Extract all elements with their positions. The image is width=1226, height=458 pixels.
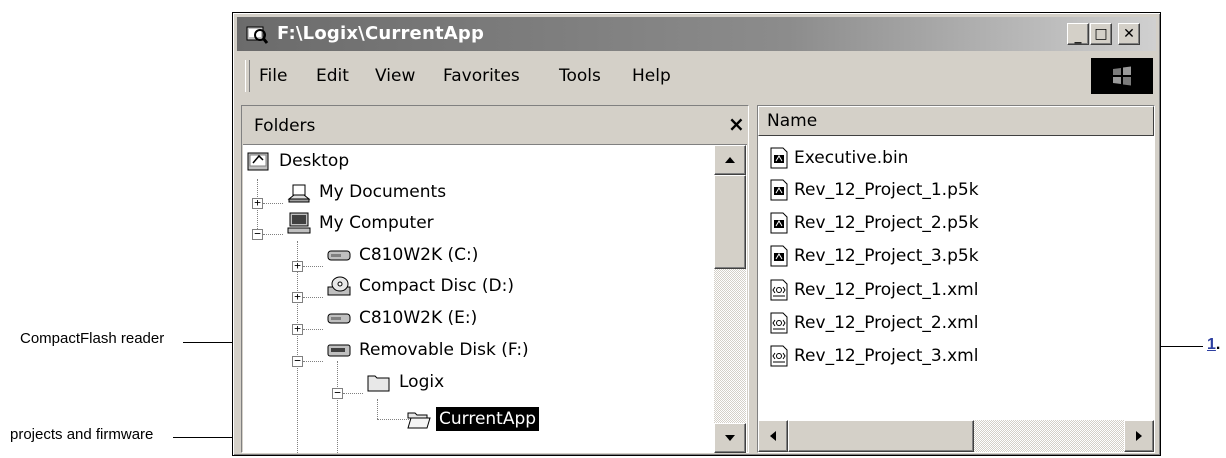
tree-item-label: Compact Disc (D:)	[359, 276, 514, 296]
maximize-icon: □	[1094, 26, 1108, 42]
folders-vertical-scrollbar[interactable]	[714, 145, 746, 453]
tree-item-label: Logix	[399, 372, 445, 392]
binary-file-icon	[768, 147, 790, 169]
arrow-left-icon	[770, 431, 776, 441]
menu-favorites[interactable]: Favorites	[443, 66, 520, 86]
collapse-drive-f[interactable]: −	[292, 355, 303, 367]
file-item-label: Rev_12_Project_3.p5k	[794, 246, 979, 266]
window-title: F:\Logix\CurrentApp	[277, 23, 485, 44]
minimize-button[interactable]: _	[1067, 23, 1089, 45]
scroll-up-button[interactable]	[714, 145, 746, 175]
files-pane: Name Executive.bin Rev_12_Project_1.p5k …	[757, 105, 1155, 453]
menu-tools[interactable]: Tools	[559, 66, 601, 86]
callout-ref: 1.	[1207, 334, 1220, 354]
my-computer-icon	[287, 212, 311, 234]
tree-item-label: Removable Disk (F:)	[359, 340, 529, 360]
my-documents-icon	[287, 181, 311, 203]
file-item-label: Rev_12_Project_3.xml	[794, 346, 979, 366]
files-horizontal-scrollbar[interactable]	[758, 420, 1154, 452]
column-header-name[interactable]: Name	[758, 106, 1154, 136]
folders-title: Folders	[254, 116, 316, 136]
title-bar[interactable]: F:\Logix\CurrentApp _ □ ✕	[237, 17, 1156, 51]
cd-drive-icon	[327, 275, 351, 297]
desktop-icon	[247, 150, 271, 172]
hard-drive-icon	[327, 244, 351, 266]
folder-icon	[367, 371, 391, 393]
expand-drive-e[interactable]: +	[292, 323, 303, 335]
scroll-down-button[interactable]	[714, 423, 746, 453]
file-item-label: Rev_12_Project_1.xml	[794, 280, 979, 300]
callout-compactflash-reader: CompactFlash reader	[20, 330, 165, 347]
menu-grip[interactable]	[245, 60, 250, 92]
collapse-logix[interactable]: −	[332, 387, 343, 399]
scroll-right-button[interactable]	[1124, 420, 1154, 452]
folders-pane: Folders × Desktop + My Documents − My Co…	[241, 105, 749, 453]
file-item-label: Rev_12_Project_2.p5k	[794, 213, 979, 233]
menu-help[interactable]: Help	[632, 66, 671, 86]
tree-item-label: C810W2K (E:)	[359, 308, 478, 328]
xml-file-icon	[768, 345, 790, 367]
arrow-down-icon	[725, 435, 735, 441]
callout-ref-period: .	[1215, 336, 1221, 353]
menu-edit[interactable]: Edit	[316, 66, 349, 86]
tree-item-label-selected: CurrentApp	[436, 407, 540, 431]
scroll-thumb[interactable]	[714, 175, 746, 269]
column-header-label: Name	[767, 111, 818, 131]
windows-flag-icon	[1113, 66, 1131, 86]
binary-file-icon	[768, 212, 790, 234]
scroll-left-button[interactable]	[758, 420, 788, 452]
expand-my-documents[interactable]: +	[252, 197, 263, 209]
scroll-thumb[interactable]	[788, 420, 974, 452]
binary-file-icon	[768, 179, 790, 201]
minimize-icon: _	[1074, 28, 1082, 44]
removable-disk-icon	[327, 339, 351, 361]
hard-drive-icon	[327, 307, 351, 329]
close-icon: ✕	[1123, 26, 1135, 42]
explorer-window: F:\Logix\CurrentApp _ □ ✕ File Edit View…	[232, 12, 1161, 456]
windows-logo	[1091, 58, 1153, 94]
arrow-right-icon	[1136, 431, 1142, 441]
menu-file[interactable]: File	[259, 66, 287, 86]
maximize-button[interactable]: □	[1090, 23, 1112, 45]
folders-close-button[interactable]: ×	[728, 112, 745, 136]
expand-drive-c[interactable]: +	[292, 260, 303, 272]
tree-item-label: My Documents	[319, 182, 447, 202]
binary-file-icon	[768, 245, 790, 267]
callout-ref-number[interactable]: 1	[1207, 336, 1216, 353]
explorer-window-icon	[245, 22, 269, 46]
callout-projects-firmware: projects and firmware	[10, 426, 154, 443]
tree-item-label: Desktop	[279, 151, 350, 171]
xml-file-icon	[768, 279, 790, 301]
close-button[interactable]: ✕	[1118, 23, 1140, 45]
menu-view[interactable]: View	[375, 66, 415, 86]
menu-bar: File Edit View Favorites Tools Help	[237, 54, 1156, 98]
file-item-label: Executive.bin	[794, 148, 909, 168]
collapse-my-computer[interactable]: −	[252, 228, 263, 240]
arrow-up-icon	[725, 157, 735, 163]
open-folder-icon	[407, 408, 431, 430]
file-item-label: Rev_12_Project_1.p5k	[794, 180, 979, 200]
folder-tree: Desktop + My Documents − My Computer + C…	[243, 144, 747, 453]
tree-item-label: C810W2K (C:)	[359, 245, 479, 265]
folders-header: Folders ×	[242, 106, 748, 144]
expand-drive-d[interactable]: +	[292, 291, 303, 303]
tree-item-label: My Computer	[319, 213, 434, 233]
file-item-label: Rev_12_Project_2.xml	[794, 313, 979, 333]
xml-file-icon	[768, 312, 790, 334]
